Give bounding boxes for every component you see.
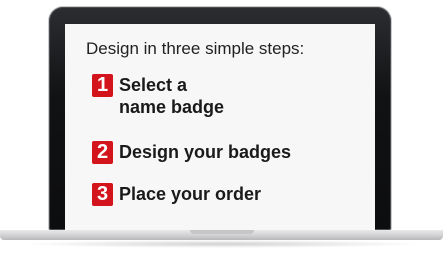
step-number-badge: 3 — [92, 183, 113, 206]
step-2: 2 Design your badges — [92, 141, 291, 164]
laptop-illustration: Design in three simple steps: 1 Select a… — [0, 0, 443, 260]
step-1: 1 Select a name badge — [92, 74, 224, 118]
steps-headline: Design in three simple steps: — [86, 39, 305, 58]
step-3: 3 Place your order — [92, 183, 261, 206]
step-number-badge: 2 — [92, 141, 113, 164]
step-label: Design your badges — [119, 142, 292, 162]
laptop-base-notch — [190, 230, 254, 234]
step-label: Select a name badge — [119, 74, 224, 118]
laptop-shadow — [20, 240, 423, 248]
step-number-badge: 1 — [92, 74, 113, 97]
step-label-line: name badge — [119, 97, 225, 117]
step-label: Place your order — [119, 184, 262, 204]
laptop-screen: Design in three simple steps: 1 Select a… — [65, 24, 375, 230]
step-label-line: Select a — [119, 75, 188, 95]
